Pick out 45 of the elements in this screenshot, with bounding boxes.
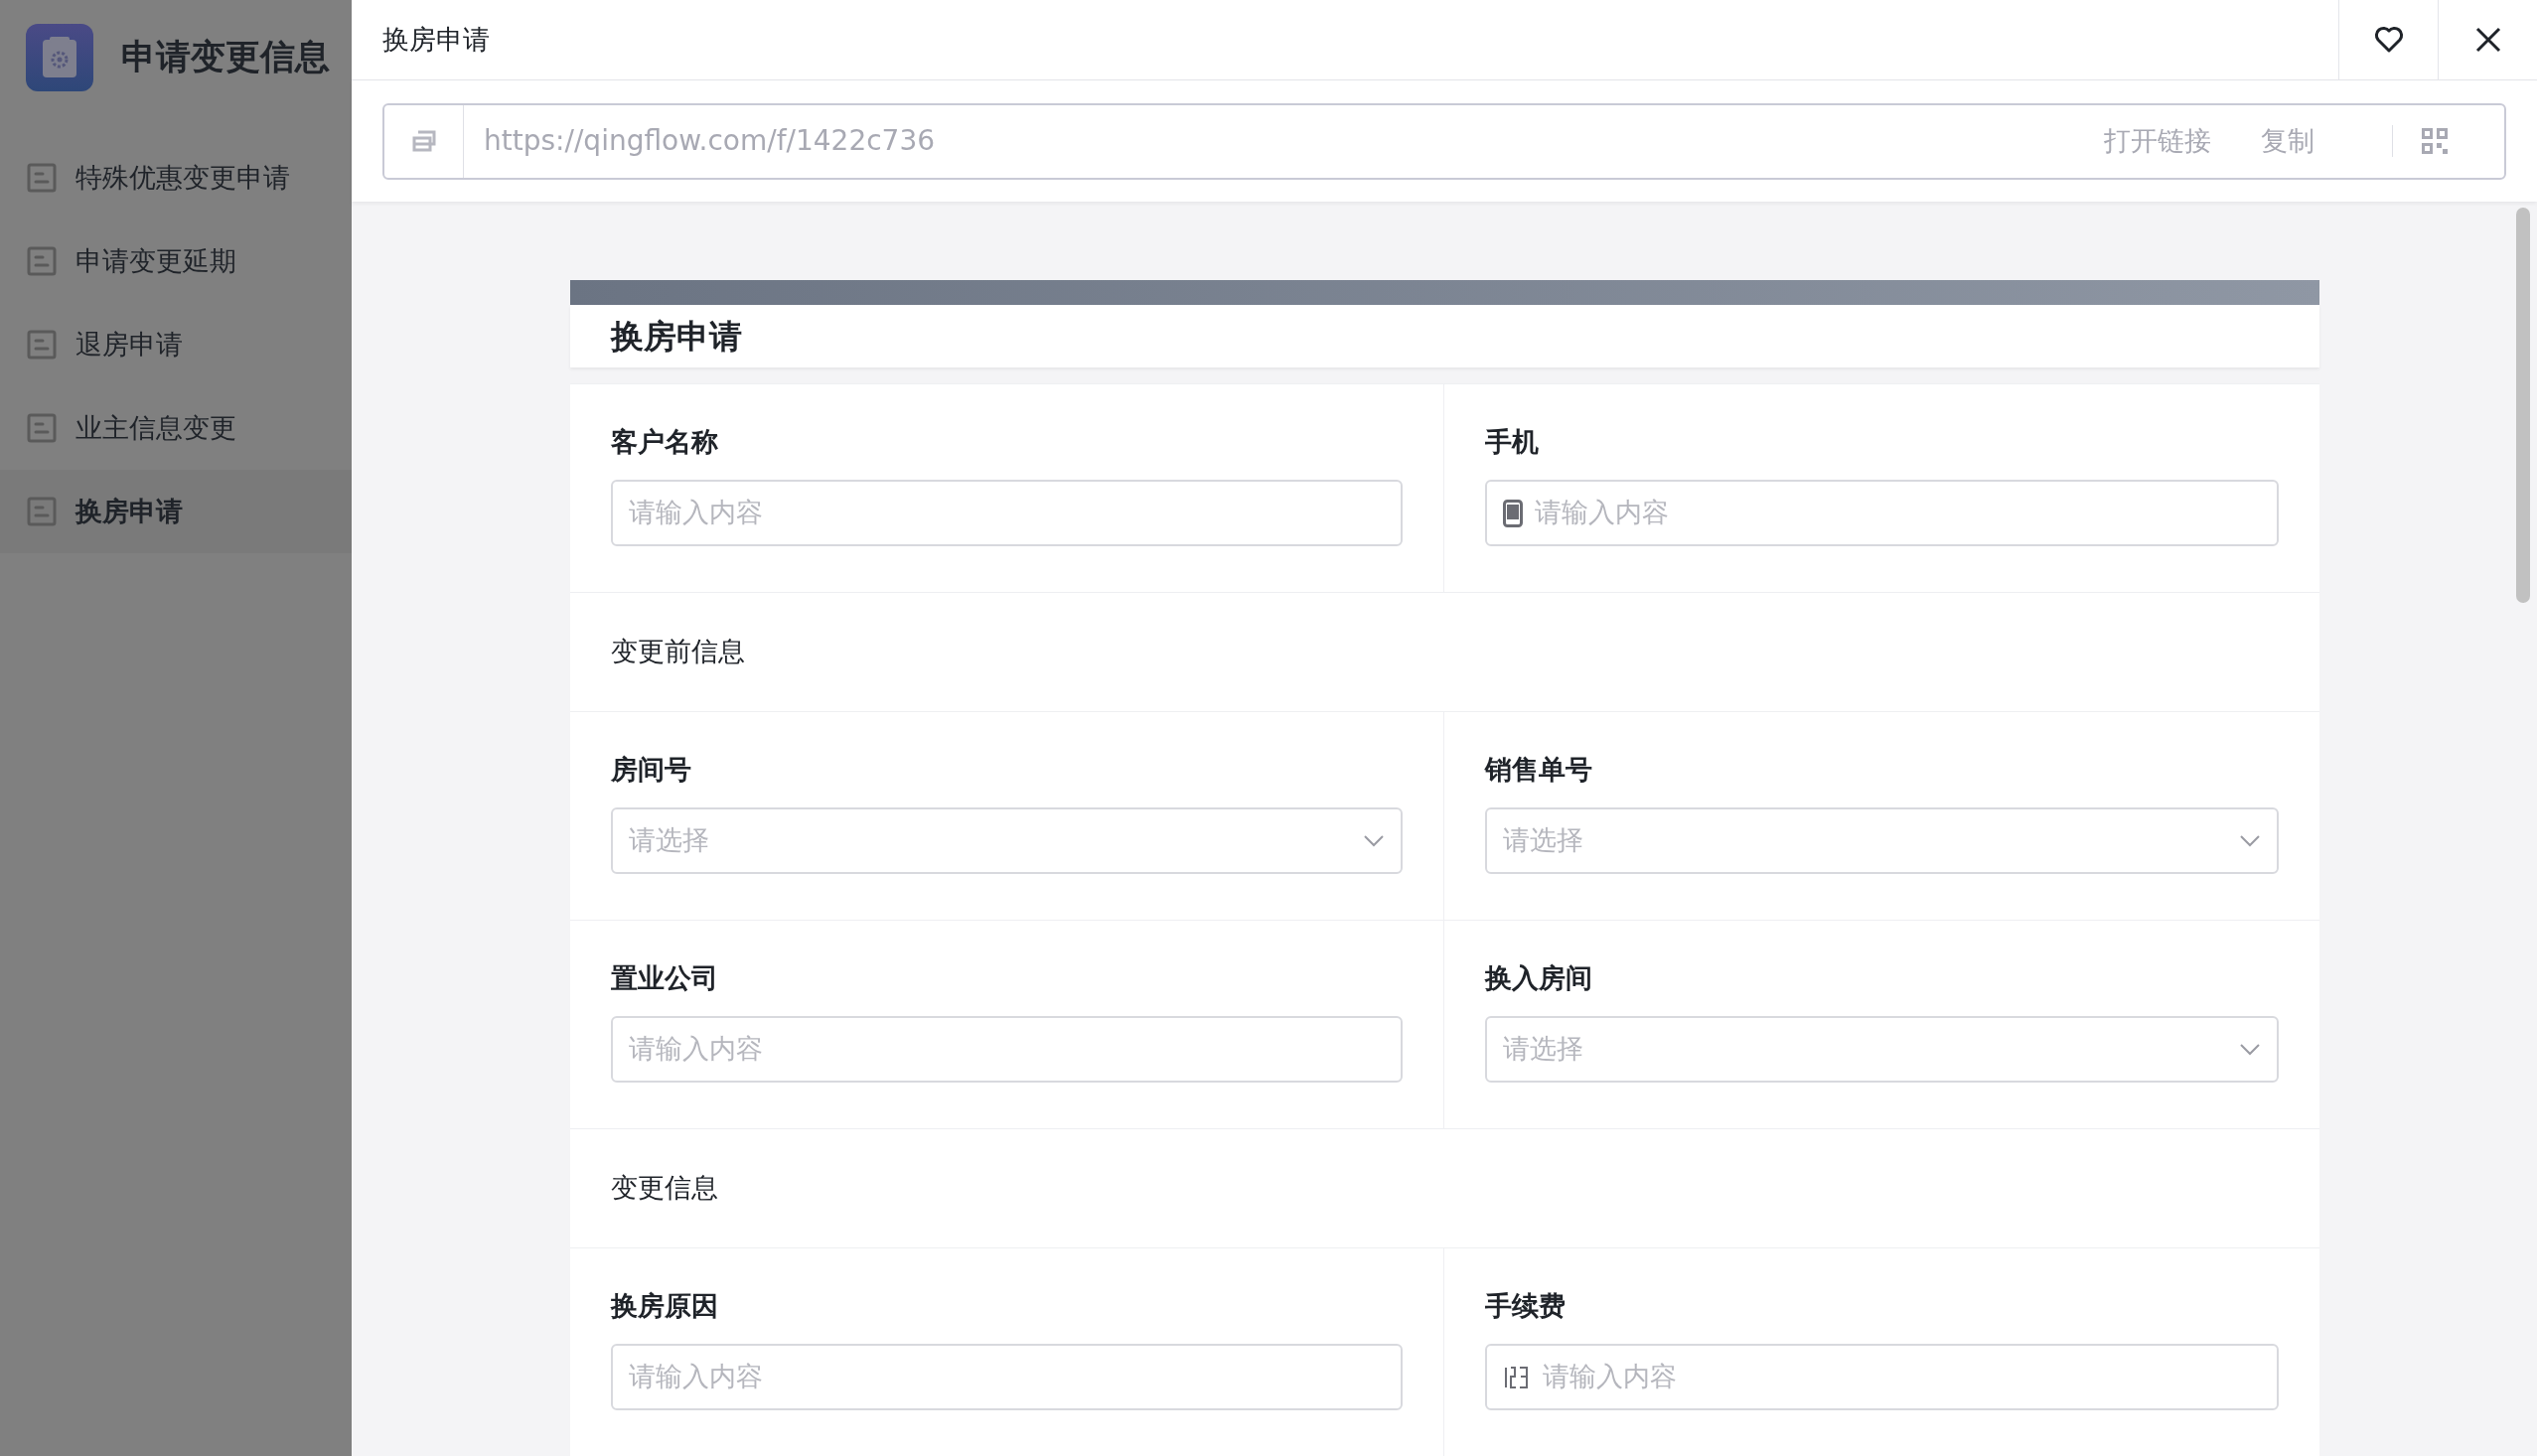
form-icon (27, 246, 57, 276)
form-title: 换房申请 (610, 315, 742, 358)
field-label: 客户名称 (610, 425, 719, 459)
qr-code-button[interactable] (2421, 127, 2449, 155)
scrollbar-thumb[interactable] (2516, 208, 2530, 603)
clipboard-gear-logo-icon (26, 23, 93, 91)
field-label: 房间号 (610, 753, 692, 787)
sidebar-item[interactable]: 换房申请 (0, 470, 352, 553)
field-label: 销售单号 (1485, 753, 1593, 787)
form-icon (27, 497, 57, 526)
sidebar-item[interactable]: 退房申请 (0, 303, 352, 386)
sidebar-item[interactable]: 特殊优惠变更申请 (0, 136, 352, 219)
panel-title: 换房申请 (382, 22, 491, 57)
form-icon (27, 330, 57, 360)
form-icon (27, 413, 57, 443)
select-field[interactable]: 请选择 (1485, 807, 2279, 874)
input-field[interactable]: 请输入内容 (1485, 1344, 2279, 1410)
heart-icon (2373, 26, 2404, 54)
field-label: 手机 (1485, 425, 1540, 459)
number-icon (1503, 1364, 1531, 1390)
input-field[interactable]: 请输入内容 (610, 1016, 1403, 1083)
link-action-button[interactable]: 打开链接 (2104, 120, 2211, 162)
section-title: 变更前信息 (610, 635, 745, 669)
chevron-down-icon (2238, 1042, 2261, 1057)
qr-code-icon (2421, 127, 2449, 155)
field-label: 置业公司 (610, 961, 719, 995)
link-url: https://qingflow.com/f/1422c736 (484, 123, 937, 159)
form-icon (27, 163, 57, 193)
chevron-down-icon (1363, 833, 1385, 848)
chevron-down-icon (2238, 833, 2261, 848)
app-title: 申请变更信息 (121, 36, 330, 79)
input-field[interactable]: 请输入内容 (610, 480, 1403, 546)
field-label: 换入房间 (1485, 961, 1593, 995)
field-label: 换房原因 (610, 1289, 719, 1323)
field-label: 手续费 (1485, 1289, 1567, 1323)
close-icon (2473, 26, 2502, 54)
phone-icon (1503, 499, 1523, 527)
sidebar-item[interactable]: 业主信息变更 (0, 386, 352, 470)
link-action-button[interactable]: 复制 (2261, 120, 2314, 162)
sidebar-item[interactable]: 申请变更延期 (0, 219, 352, 303)
input-field[interactable]: 请输入内容 (1485, 480, 2279, 546)
input-field[interactable]: 请输入内容 (610, 1344, 1403, 1410)
select-field[interactable]: 请选择 (610, 807, 1403, 874)
section-title: 变更信息 (610, 1171, 718, 1206)
select-field[interactable]: 请选择 (1485, 1016, 2279, 1083)
